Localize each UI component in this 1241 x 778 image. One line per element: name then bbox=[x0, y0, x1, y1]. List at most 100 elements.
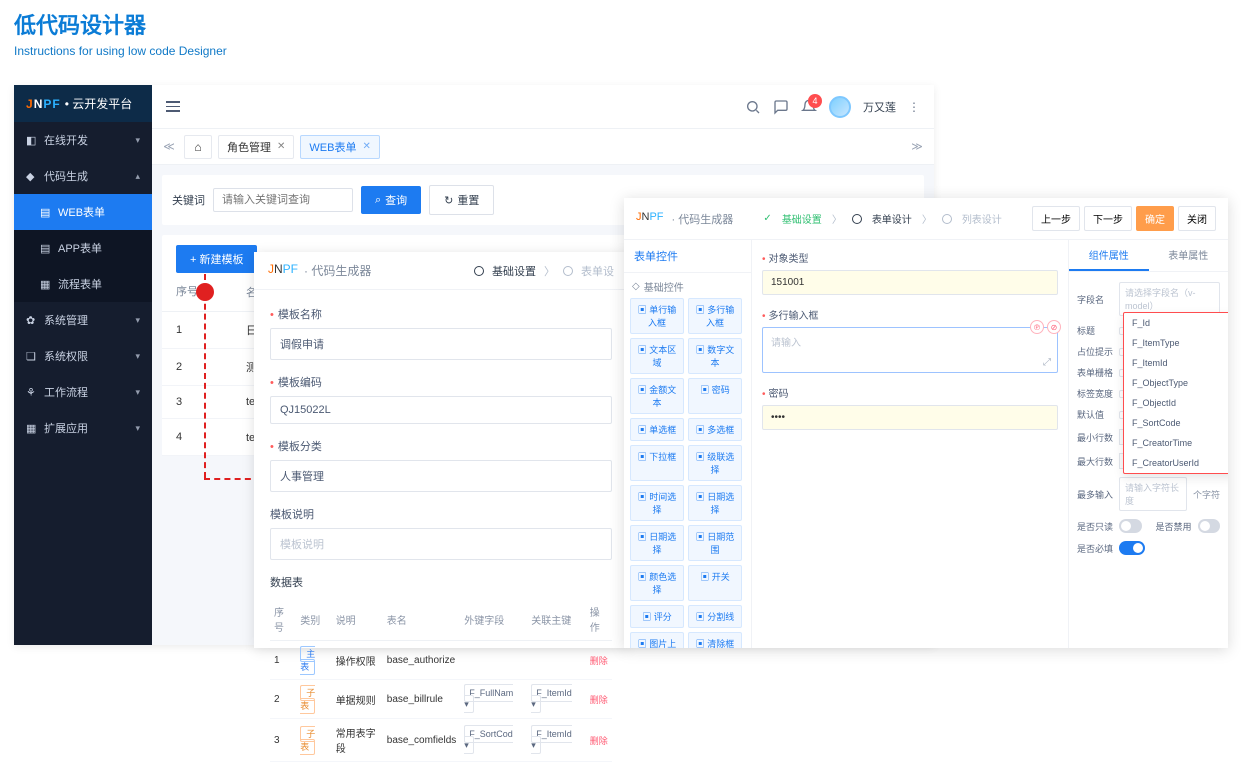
pk-select[interactable]: F_ItemId ▾ bbox=[531, 684, 572, 713]
tab-form-props[interactable]: 表单属性 bbox=[1149, 240, 1229, 271]
bell-icon[interactable]: 4 bbox=[801, 99, 817, 115]
dropdown-item[interactable]: F_Id bbox=[1124, 313, 1228, 333]
delete-link[interactable]: 删除 bbox=[590, 695, 608, 705]
tab-role[interactable]: 角色管理✕ bbox=[218, 135, 294, 159]
template-code-input[interactable]: QJ15022L bbox=[270, 396, 612, 424]
close-button[interactable]: 关闭 bbox=[1178, 206, 1216, 231]
close-icon[interactable]: ✕ bbox=[277, 141, 285, 152]
menu-toggle-button[interactable] bbox=[166, 101, 180, 112]
fk-select[interactable]: F_FullNam ▾ bbox=[464, 684, 513, 713]
readonly-toggle[interactable] bbox=[1119, 519, 1142, 533]
control-chip[interactable]: ▣ 密码 bbox=[688, 378, 742, 414]
code-icon: ◆ bbox=[26, 170, 38, 182]
table-row[interactable]: 3子表常用表字段base_comfieldsF_SortCod ▾F_ItemI… bbox=[270, 719, 612, 762]
sidebar-item-permission[interactable]: ❏系统权限 ▾ bbox=[14, 338, 152, 374]
step-dot-icon bbox=[474, 266, 484, 276]
chevron-down-icon: ▾ bbox=[135, 387, 140, 398]
control-chip[interactable]: ▣ 图片上传 bbox=[630, 632, 684, 648]
canvas-field-object-type[interactable]: 151001 bbox=[762, 270, 1058, 295]
template-category-input[interactable]: 人事管理 bbox=[270, 460, 612, 492]
dropdown-item[interactable]: F_ItemType bbox=[1124, 333, 1228, 353]
template-desc-input[interactable]: 模板说明 bbox=[270, 528, 612, 560]
new-template-button[interactable]: + 新建模板 bbox=[176, 245, 257, 273]
control-chip[interactable]: ▣ 分割线 bbox=[688, 605, 742, 628]
fk-select[interactable]: F_SortCod ▾ bbox=[464, 725, 513, 754]
control-chip[interactable]: ▣ 单行输入框 bbox=[630, 298, 684, 334]
field-dropdown[interactable]: F_IdF_ItemTypeF_ItemIdF_ObjectTypeF_Obje… bbox=[1123, 312, 1228, 474]
control-chip[interactable]: ▣ 日期选择 bbox=[630, 525, 684, 561]
dropdown-item[interactable]: F_ObjectType bbox=[1124, 373, 1228, 393]
table-row[interactable]: 1主表操作权限base_authorize删除 bbox=[270, 641, 612, 680]
search-icon[interactable] bbox=[745, 99, 761, 115]
avatar[interactable] bbox=[829, 96, 851, 118]
prev-step-button[interactable]: 上一步 bbox=[1032, 206, 1080, 231]
control-chip[interactable]: ▣ 数字文本 bbox=[688, 338, 742, 374]
close-icon[interactable]: ✕ bbox=[362, 141, 370, 152]
chevron-down-icon: ▾ bbox=[135, 315, 140, 326]
sidebar-item-online-dev[interactable]: ◧在线开发 ▾ bbox=[14, 122, 152, 158]
expand-icon[interactable]: ⤢ bbox=[1043, 357, 1051, 368]
control-chip[interactable]: ▣ 级联选择 bbox=[688, 445, 742, 481]
tabs-prev-button[interactable]: ≪ bbox=[160, 140, 178, 153]
sidebar-item-workflow[interactable]: ⚘工作流程 ▾ bbox=[14, 374, 152, 410]
next-step-button[interactable]: 下一步 bbox=[1084, 206, 1132, 231]
control-chip[interactable]: ▣ 下拉框 bbox=[630, 445, 684, 481]
required-toggle[interactable] bbox=[1119, 541, 1145, 555]
chevron-down-icon: ▾ bbox=[135, 351, 140, 362]
sidebar-item-extension[interactable]: ▦扩展应用 ▾ bbox=[14, 410, 152, 446]
tabs-next-button[interactable]: ≫ bbox=[908, 140, 926, 153]
field-name-select[interactable]: 请选择字段名（v-model） bbox=[1119, 282, 1220, 316]
control-chip[interactable]: ▣ 评分 bbox=[630, 605, 684, 628]
tab-component-props[interactable]: 组件属性 bbox=[1069, 240, 1149, 271]
canvas-field-password[interactable]: •••• bbox=[762, 405, 1058, 430]
sidebar-item-codegen[interactable]: ◆代码生成 ▴ bbox=[14, 158, 152, 194]
control-chip[interactable]: ▣ 多行输入框 bbox=[688, 298, 742, 334]
reset-button[interactable]: ↻重置 bbox=[429, 185, 494, 215]
search-button[interactable]: ⌕查询 bbox=[361, 186, 421, 214]
canvas-field-textarea[interactable]: 请输入 ℗⊘ ⤢ bbox=[762, 327, 1058, 373]
table-row[interactable]: 2子表单据规则base_billruleF_FullNam ▾F_ItemId … bbox=[270, 680, 612, 719]
control-chip[interactable]: ▣ 金额文本 bbox=[630, 378, 684, 414]
control-chip[interactable]: ▣ 开关 bbox=[688, 565, 742, 601]
control-chip[interactable]: ▣ 日期选择 bbox=[688, 485, 742, 521]
delete-link[interactable]: 删除 bbox=[590, 656, 608, 666]
sidebar-item-web-form[interactable]: ▤WEB表单 bbox=[14, 194, 152, 230]
dropdown-item[interactable]: F_CreatorUserId bbox=[1124, 453, 1228, 473]
file-icon: ▤ bbox=[40, 206, 52, 218]
sidebar-item-flow-form[interactable]: ▦流程表单 bbox=[14, 266, 152, 302]
more-icon[interactable]: ⋮ bbox=[908, 100, 920, 114]
home-tab[interactable]: ⌂ bbox=[184, 135, 212, 159]
dropdown-item[interactable]: F_SortCode bbox=[1124, 413, 1228, 433]
flow-icon: ▦ bbox=[40, 278, 52, 290]
control-chip[interactable]: ▣ 清除框 bbox=[688, 632, 742, 648]
basic-settings-panel: JNPF· 代码生成器 基础设置 〉 表单设 模板名称调假申请 模板编码QJ15… bbox=[254, 252, 628, 648]
field-label: 模板编码 bbox=[270, 374, 612, 390]
canvas[interactable]: 对象类型151001 多行输入框 请输入 ℗⊘ ⤢ 密码•••• bbox=[752, 240, 1068, 648]
home-icon: ⌂ bbox=[194, 140, 201, 154]
controls-palette: 表单控件 ◇ 基础控件 ▣ 单行输入框▣ 多行输入框▣ 文本区域▣ 数字文本▣ … bbox=[624, 240, 752, 648]
dropdown-item[interactable]: F_ItemId bbox=[1124, 353, 1228, 373]
pk-select[interactable]: F_ItemId ▾ bbox=[531, 725, 572, 754]
search-input[interactable] bbox=[213, 188, 353, 212]
tab-webform[interactable]: WEB表单✕ bbox=[300, 135, 379, 159]
delete-link[interactable]: 删除 bbox=[590, 736, 608, 746]
sidebar-item-app-form[interactable]: ▤APP表单 bbox=[14, 230, 152, 266]
copy-icon[interactable]: ℗ bbox=[1030, 320, 1044, 334]
max-chars-input[interactable]: 请输入字符长度 bbox=[1119, 477, 1187, 511]
disabled-toggle[interactable] bbox=[1198, 519, 1221, 533]
control-chip[interactable]: ▣ 单选框 bbox=[630, 418, 684, 441]
confirm-button[interactable]: 确定 bbox=[1136, 206, 1174, 231]
control-chip[interactable]: ▣ 文本区域 bbox=[630, 338, 684, 374]
control-chip[interactable]: ▣ 时间选择 bbox=[630, 485, 684, 521]
chat-icon[interactable] bbox=[773, 99, 789, 115]
template-name-input[interactable]: 调假申请 bbox=[270, 328, 612, 360]
control-chip[interactable]: ▣ 颜色选择 bbox=[630, 565, 684, 601]
properties-panel: ◉预览🗑清空 组件属性 表单属性 字段名请选择字段名（v-model） 标题 占… bbox=[1068, 240, 1228, 648]
dropdown-item[interactable]: F_ObjectId bbox=[1124, 393, 1228, 413]
dropdown-item[interactable]: F_CreatorTime bbox=[1124, 433, 1228, 453]
palette-title: 表单控件 bbox=[624, 240, 751, 273]
sidebar-item-system[interactable]: ✿系统管理 ▾ bbox=[14, 302, 152, 338]
control-chip[interactable]: ▣ 日期范围 bbox=[688, 525, 742, 561]
delete-icon[interactable]: ⊘ bbox=[1047, 320, 1061, 334]
control-chip[interactable]: ▣ 多选框 bbox=[688, 418, 742, 441]
